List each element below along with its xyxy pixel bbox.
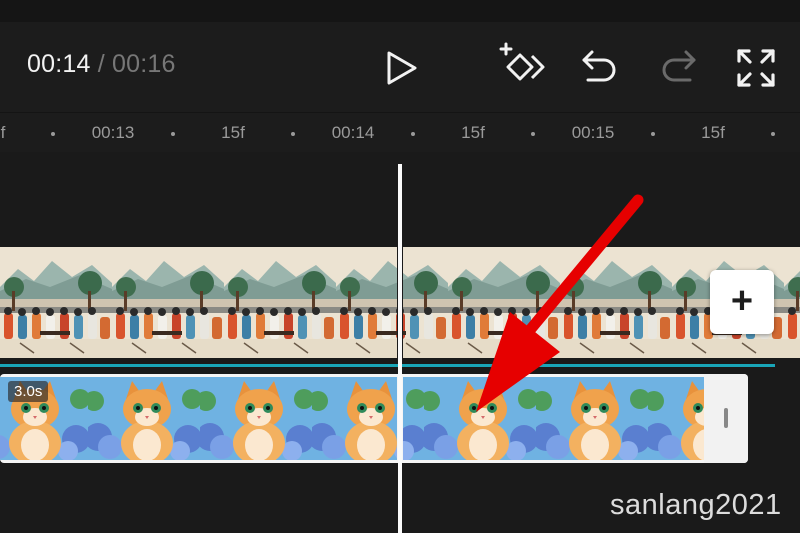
clip-thumbnails [0, 377, 704, 460]
audio-link-line [0, 364, 775, 367]
playhead[interactable] [398, 164, 402, 533]
fullscreen-icon[interactable] [736, 48, 776, 88]
ruler-dot [291, 132, 295, 136]
redo-icon[interactable] [658, 48, 698, 88]
clip-trim-handle[interactable] [704, 374, 748, 463]
time-separator: / [97, 50, 105, 78]
trim-handle-grip [724, 408, 728, 428]
add-keyframe-icon[interactable] [498, 42, 546, 90]
ruler-dot [531, 132, 535, 136]
time-display: 00:14 / 00:16 [27, 50, 176, 79]
ruler-label: 00:14 [331, 123, 375, 142]
ruler-dot [651, 132, 655, 136]
ruler-label: 15f [461, 123, 485, 142]
ruler-label: 15f [221, 123, 245, 142]
ruler-dot [51, 132, 55, 136]
undo-icon[interactable] [580, 48, 620, 88]
player-toolbar: 00:14 / 00:16 [0, 22, 800, 112]
play-icon[interactable] [383, 50, 419, 86]
timeline-ruler[interactable]: f 00:13 15f 00:14 15f 00:15 15f [0, 112, 800, 153]
cat-video-clip[interactable]: 3.0s [0, 374, 748, 463]
ruler-dot [411, 132, 415, 136]
status-strip [0, 0, 800, 22]
ruler-label: 00:15 [571, 123, 615, 142]
watermark-text: sanlang2021 [610, 489, 782, 521]
total-time: 00:16 [112, 50, 176, 78]
add-icon: + [730, 280, 754, 322]
ruler-label: 15f [701, 123, 725, 142]
ruler-dot [171, 132, 175, 136]
ruler-label: 00:13 [91, 123, 135, 142]
current-time: 00:14 [27, 50, 91, 78]
add-clip-button[interactable]: + [710, 270, 774, 334]
clip-duration-badge: 3.0s [8, 381, 49, 402]
ruler-label: f [0, 123, 6, 142]
ruler-dot [771, 132, 775, 136]
